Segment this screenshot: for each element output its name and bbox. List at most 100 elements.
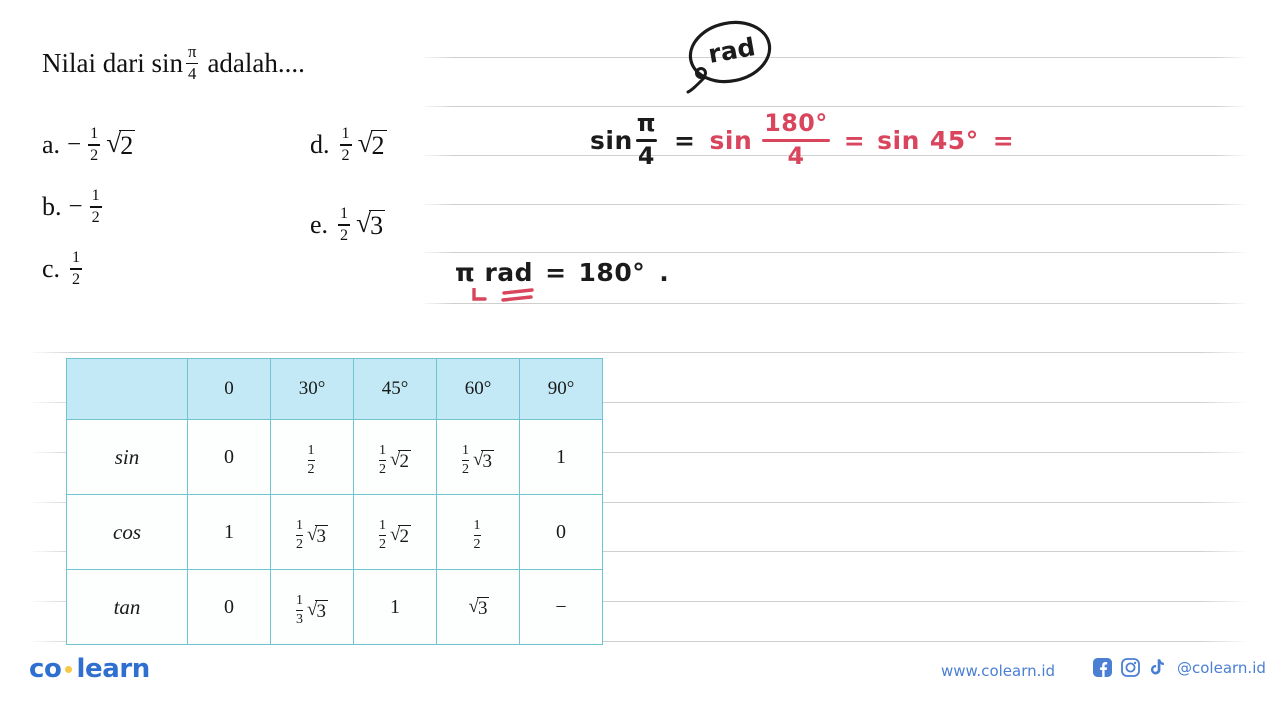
option-e-fraction: 1 2 (338, 205, 351, 244)
cell-fraction: 12 (296, 518, 304, 552)
cell-fraction: 12 (473, 518, 481, 552)
rad-bubble-annotation: rad (674, 16, 780, 94)
website-url[interactable]: www.colearn.id (941, 662, 1055, 680)
option-e-den: 2 (340, 226, 349, 244)
hw-four: 4 (637, 141, 655, 170)
sin-0: 0 (187, 419, 271, 495)
cell-value: 0 (224, 595, 234, 618)
radicand: 3 (315, 524, 328, 547)
social-links: @colearn.id (1093, 658, 1266, 677)
option-a-radicand: 2 (119, 130, 136, 161)
fraction-bar (296, 609, 304, 612)
hw-sin-pink-1: sin (709, 125, 753, 155)
cos-45: 1 2 √ 2 (353, 494, 437, 570)
logo-dot-icon (65, 665, 73, 673)
header-cell-30: 30° (270, 358, 354, 420)
hw-180-over-4: 180° 4 (761, 111, 831, 170)
cos-60: 12 (436, 494, 520, 570)
hw-pi-over-4: π 4 (635, 109, 657, 170)
option-b[interactable]: b. − 1 2 (42, 187, 105, 226)
option-d-fraction: 1 2 (339, 125, 352, 164)
cell-value: 0 (556, 520, 566, 543)
rule-line (420, 106, 1248, 107)
fraction-bar (70, 268, 83, 270)
radicand: 3 (315, 599, 328, 622)
cell-fraction: 12 (379, 443, 387, 477)
fraction-bar (338, 224, 351, 226)
tan-30: 1 3 √ 3 (270, 569, 354, 645)
instagram-icon[interactable] (1121, 658, 1140, 677)
option-a-sqrt: √ 2 (106, 129, 136, 161)
option-a[interactable]: a. − 1 2 √ 2 (42, 125, 136, 164)
cell-fraction: 12 (379, 518, 387, 552)
option-d-den: 2 (341, 146, 350, 164)
tan-60: √ 3 (436, 569, 520, 645)
fraction-bar (88, 144, 101, 146)
cell-fraction: 12 (462, 443, 470, 477)
fraction-bar (379, 459, 387, 462)
fraction-bar (339, 144, 352, 146)
question-prefix: Nilai dari sin (42, 47, 183, 78)
cell-value: 12 (473, 518, 483, 552)
cell-value: 1 (224, 520, 234, 543)
sin-30: 12 (270, 419, 354, 495)
hw-pi-rad: π rad (455, 258, 534, 287)
cos-90: 0 (519, 494, 603, 570)
social-handle[interactable]: @colearn.id (1177, 659, 1266, 677)
cell-value: 1 (390, 595, 400, 618)
table-row-sin: sin 0 12 1 2 √ 2 1 2 √ 3 1 (66, 419, 603, 495)
option-e-radicand: 3 (369, 210, 386, 241)
cell-fraction: 13 (296, 593, 304, 627)
cell-value: 1 2 √ 2 (379, 519, 411, 551)
hw-equals-4: = (545, 258, 567, 287)
table-header-row: 0 30° 45° 60° 90° (66, 358, 603, 420)
cell-value: 1 3 √ 3 (296, 594, 328, 626)
option-e-num: 1 (340, 205, 349, 222)
hw-sin-pink-2: sin (877, 125, 920, 155)
handwritten-line-2: π rad = 180° . (455, 258, 669, 287)
cell-radical: √ 3 (473, 449, 494, 472)
option-c-den: 2 (72, 270, 81, 288)
hw-45-degrees: 45° (929, 125, 979, 155)
cos-0: 1 (187, 494, 271, 570)
fraction-bar (89, 206, 102, 208)
option-c[interactable]: c. 1 2 (42, 249, 85, 288)
cell-value: 1 (556, 445, 566, 468)
option-a-label: a. (42, 129, 61, 159)
option-e[interactable]: e. 1 2 √ 3 (310, 205, 386, 244)
rule-line (28, 352, 1248, 353)
radicand: 2 (398, 524, 411, 547)
hw-equals-2: = (843, 125, 866, 155)
question-text: Nilai dari sin π 4 adalah.... (42, 42, 442, 83)
hw-equals-3: = (992, 125, 1015, 155)
option-b-label: b. (42, 191, 62, 221)
row-label-tan: tan (66, 569, 188, 645)
fraction-bar (462, 459, 470, 462)
question-fraction: π 4 (185, 42, 199, 83)
header-cell-90: 90° (519, 358, 603, 420)
question-fraction-numerator: π (187, 42, 197, 61)
trig-values-table: 0 30° 45° 60° 90° sin 0 12 1 2 √ 2 1 2 √ 3 1 c… (66, 358, 603, 645)
hw-pi: π (636, 109, 657, 137)
cell-radical: √ 3 (469, 597, 490, 619)
sin-60: 1 2 √ 3 (436, 419, 520, 495)
radicand: 2 (398, 449, 411, 472)
option-d-sqrt: √ 2 (358, 129, 387, 160)
hw-four-pink: 4 (787, 141, 805, 170)
option-d[interactable]: d. 1 2 √ 2 (310, 125, 387, 164)
hw-180-degrees: 180° (578, 258, 646, 287)
cell-value: 1 2 √ 3 (296, 519, 328, 551)
tiktok-icon[interactable] (1149, 658, 1166, 677)
cell-value: 0 (224, 445, 234, 468)
facebook-icon[interactable] (1093, 658, 1112, 677)
option-d-num: 1 (341, 125, 350, 142)
row-label-sin: sin (66, 419, 188, 495)
cell-radical: √ 2 (390, 449, 411, 472)
header-corner-cell (66, 358, 188, 420)
option-a-den: 2 (90, 146, 99, 164)
option-b-num: 1 (91, 187, 100, 204)
cell-fraction: 12 (307, 443, 315, 477)
option-a-fraction: 1 2 (88, 125, 101, 164)
tan-0: 0 (187, 569, 271, 645)
tan-45: 1 (353, 569, 437, 645)
